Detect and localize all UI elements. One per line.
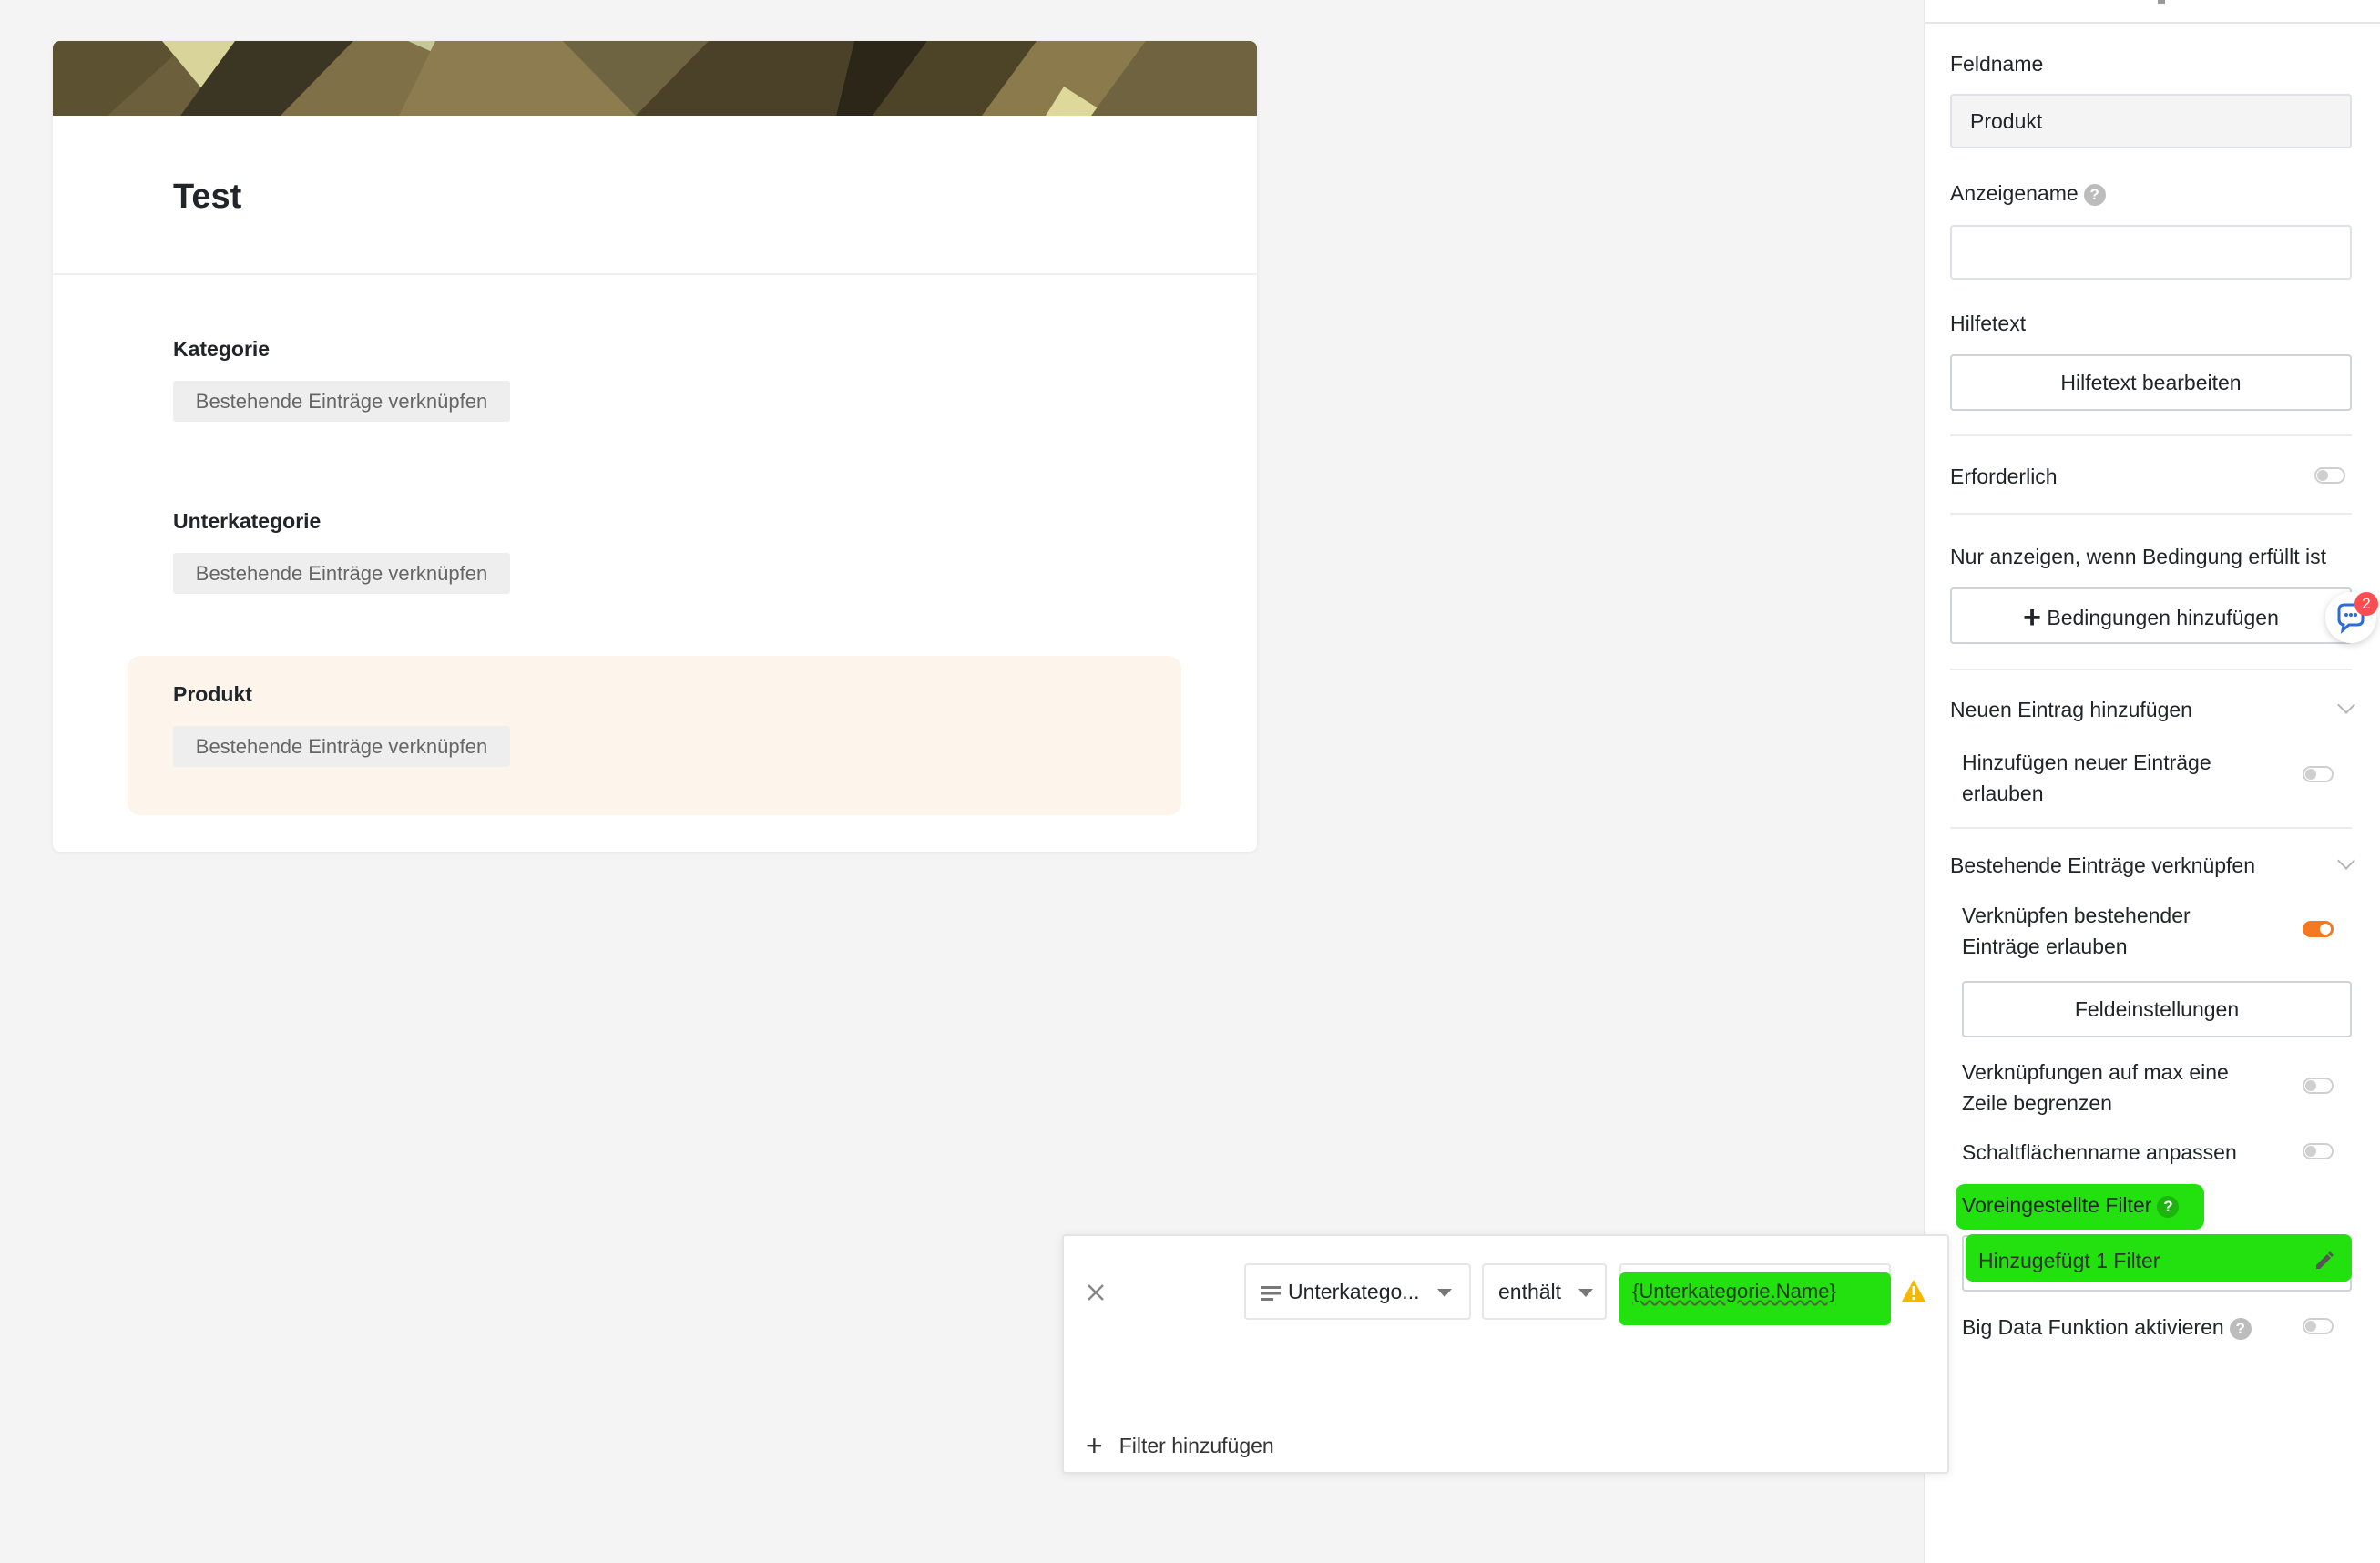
- edit-help-text-button[interactable]: Hilfetext bearbeiten: [1950, 354, 2352, 411]
- display-name-label-text: Anzeigename: [1950, 181, 2079, 205]
- allow-new-entries-label: Hinzufügen neuer Einträge erlauben: [1962, 751, 2211, 805]
- filter-column-select[interactable]: Unterkatego...: [1244, 1263, 1471, 1320]
- divider: [1950, 434, 2352, 436]
- condition-label: Nur anzeigen, wenn Bedingung erfüllt ist: [1950, 545, 2326, 568]
- button-name-toggle[interactable]: [2303, 1143, 2334, 1159]
- warning-icon: [1902, 1280, 1925, 1302]
- unterkategorie-link-button[interactable]: Bestehende Einträge verknüpfen: [173, 553, 510, 594]
- tab-indicator: [2158, 0, 2165, 4]
- add-filter-button[interactable]: + Filter hinzufügen: [1086, 1429, 1274, 1463]
- preset-filter-value: Hinzugefügt 1 Filter: [1978, 1249, 2160, 1272]
- field-settings-button[interactable]: Feldeinstellungen: [1962, 981, 2352, 1037]
- divider: [1950, 827, 2352, 829]
- chevron-down-icon[interactable]: [2337, 852, 2355, 870]
- plus-icon: +: [2023, 599, 2041, 635]
- new-entry-section-header[interactable]: Neuen Eintrag hinzufügen: [1950, 698, 2192, 722]
- required-toggle[interactable]: [2314, 467, 2345, 484]
- link-entries-section-header[interactable]: Bestehende Einträge verknüpfen: [1950, 853, 2255, 878]
- field-label-produkt: Produkt: [173, 682, 252, 706]
- form-preview-card: Test Kategorie Bestehende Einträge verkn…: [53, 41, 1257, 852]
- field-name-input[interactable]: Produkt: [1950, 94, 2352, 148]
- field-name-label: Feldname: [1950, 52, 2044, 76]
- filter-operator-value: enthält: [1498, 1280, 1562, 1303]
- kategorie-link-button[interactable]: Bestehende Einträge verknüpfen: [173, 381, 510, 422]
- limit-links-toggle[interactable]: [2303, 1078, 2334, 1094]
- big-data-label: Big Data Funktion aktivieren?: [1962, 1315, 2252, 1340]
- big-data-label-text: Big Data Funktion aktivieren: [1962, 1315, 2224, 1339]
- divider: [1950, 513, 2352, 515]
- title-divider: [53, 273, 1257, 275]
- sidebar-top-divider: [1925, 22, 2380, 24]
- display-name-label: Anzeigename?: [1950, 181, 2106, 206]
- produkt-link-button[interactable]: Bestehende Einträge verknüpfen: [173, 726, 510, 767]
- required-label: Erforderlich: [1950, 465, 2058, 488]
- field-settings-sidebar: Feldname Produkt Anzeigename? Hilfetext …: [1924, 0, 2380, 1563]
- add-conditions-label: Bedingungen hinzufügen: [2047, 605, 2279, 629]
- field-label-kategorie: Kategorie: [173, 337, 271, 361]
- big-data-toggle[interactable]: [2303, 1318, 2334, 1334]
- help-icon[interactable]: ?: [2229, 1317, 2252, 1340]
- add-conditions-button[interactable]: + Bedingungen hinzufügen: [1950, 587, 2352, 644]
- filter-value-text: {Unterkategorie.Name}: [1632, 1280, 1836, 1302]
- form-title: Test: [173, 178, 242, 216]
- plus-icon: +: [1086, 1429, 1103, 1462]
- edit-pencil-icon[interactable]: [2314, 1250, 2335, 1272]
- chevron-down-icon[interactable]: [2337, 696, 2355, 714]
- filter-operator-select[interactable]: enthält: [1482, 1263, 1607, 1320]
- divider: [1950, 669, 2352, 670]
- limit-links-label: Verknüpfungen auf max eine Zeile begrenz…: [1962, 1060, 2229, 1115]
- close-icon[interactable]: [1086, 1282, 1106, 1302]
- text-column-icon: [1261, 1286, 1281, 1301]
- filter-column-value: Unterkatego...: [1288, 1280, 1420, 1303]
- preset-filter-label-text: Voreingestellte Filter: [1962, 1193, 2152, 1217]
- form-banner-image: [53, 41, 1257, 116]
- help-icon[interactable]: ?: [2083, 183, 2106, 206]
- chevron-down-icon: [1578, 1289, 1593, 1297]
- allow-new-entries-toggle[interactable]: [2303, 766, 2334, 782]
- add-filter-label: Filter hinzufügen: [1118, 1434, 1274, 1457]
- display-name-input[interactable]: [1950, 225, 2352, 280]
- allow-link-entries-toggle[interactable]: [2303, 921, 2334, 937]
- button-name-label: Schaltflächenname anpassen: [1962, 1140, 2237, 1164]
- field-label-unterkategorie: Unterkategorie: [173, 509, 322, 533]
- help-text-label: Hilfetext: [1950, 312, 2027, 335]
- help-icon[interactable]: ?: [2157, 1195, 2180, 1218]
- chat-notification-badge: 2: [2354, 592, 2378, 616]
- chevron-down-icon: [1437, 1289, 1452, 1297]
- allow-link-entries-label: Verknüpfen bestehender Einträge erlauben: [1962, 904, 2191, 958]
- preset-filter-label: Voreingestellte Filter?: [1962, 1193, 2180, 1218]
- filter-popup: Unterkatego... enthält {Unterkategorie.N…: [1062, 1234, 1949, 1474]
